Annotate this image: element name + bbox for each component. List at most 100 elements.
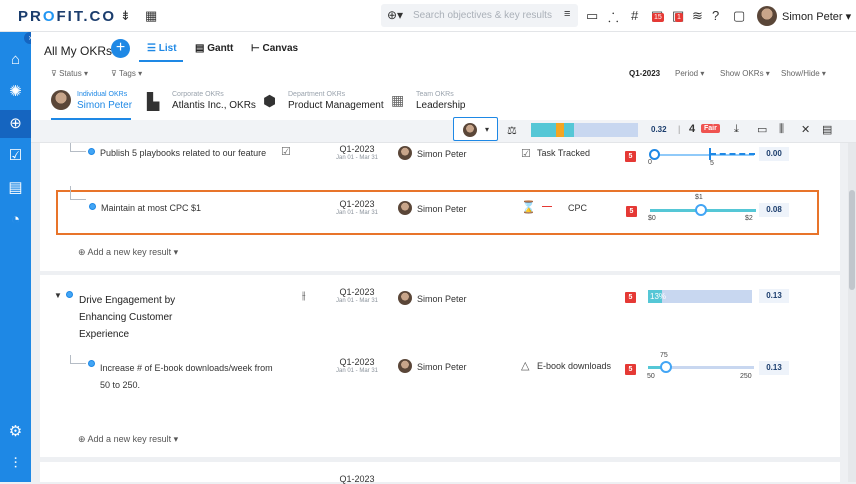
active-tab-indicator — [139, 60, 183, 62]
dashboard-icon[interactable]: ◔ — [0, 206, 31, 234]
tags-filter[interactable]: ⊽ Tags ▾ — [111, 69, 142, 78]
kr-score: 0.13 — [759, 361, 789, 375]
overall-progress: 0.32 — [651, 125, 667, 134]
page-title: All My OKRs — [44, 44, 113, 58]
kr-status-dot — [89, 203, 96, 210]
add-circle-icon: ⊕ — [78, 247, 88, 257]
triangle-icon: △ — [521, 360, 530, 372]
show-hide-dropdown[interactable]: Show/Hide ▾ — [781, 69, 826, 78]
alignment-icon[interactable]: ⫲ — [302, 290, 306, 303]
objective-score: 0.13 — [759, 289, 789, 303]
confidence-badge[interactable]: 5 — [625, 364, 636, 375]
owner-name: Simon Peter — [417, 294, 467, 304]
rating-badge: Fair — [701, 124, 720, 133]
presentation-icon[interactable]: ▭ — [757, 123, 767, 136]
kr-min: 50 — [647, 373, 655, 380]
objective-period: Q1-2023 — [339, 287, 375, 297]
checklist-kr-icon: ☑ — [281, 146, 291, 158]
collapse-icon[interactable]: ✕ — [801, 123, 810, 136]
chevron-down-icon: ▾ — [485, 125, 490, 134]
home-icon[interactable]: ⌂ — [0, 46, 31, 74]
owner-name: Simon Peter — [417, 362, 467, 372]
objective-dates: Jan 01 - Mar 31 — [335, 298, 379, 304]
tab-gantt[interactable]: ▤ Gantt — [195, 43, 233, 54]
kr-period: Q1-2023 — [339, 199, 375, 209]
confidence-badge[interactable]: 5 — [626, 206, 637, 217]
kr-period: Q1-2023 — [339, 357, 375, 367]
tree-connector — [70, 355, 86, 364]
kr-target: 5 — [710, 160, 714, 167]
tab-canvas[interactable]: ⊢ Canvas — [251, 43, 298, 54]
objective-period: Q1-2023 — [339, 474, 375, 484]
owner-name: Simon Peter — [417, 204, 467, 214]
kr-status-dot — [88, 360, 95, 367]
folder-icon[interactable]: ▭ — [586, 8, 598, 24]
hashtag-icon[interactable]: # — [631, 8, 638, 23]
hierarchy-icon[interactable]: ⸫ — [608, 8, 619, 26]
badge-count: 15 — [652, 13, 664, 22]
confidence-badge[interactable]: 5 — [625, 292, 636, 303]
user-menu[interactable]: Simon Peter ▾ — [782, 10, 851, 23]
add-circle-icon: ⊕ — [78, 434, 88, 444]
add-key-result-link[interactable]: ⊕ Add a new key result ▾ — [78, 247, 178, 258]
search-input[interactable]: Search objectives & key results — [413, 10, 552, 21]
filter-icon[interactable]: ≡ — [564, 8, 570, 20]
checklist-icon[interactable]: ☑ — [0, 142, 31, 170]
okr-header: All My OKRs + ☰ List ▤ Gantt ⊢ Canvas ⊽ … — [31, 32, 856, 120]
kr-target-marker — [709, 148, 711, 160]
kr-slider-handle[interactable] — [695, 204, 707, 216]
key-result-title[interactable]: Maintain at most CPC $1 — [101, 203, 201, 213]
settings-icon[interactable]: ⚙ — [0, 418, 31, 446]
message-icon[interactable]: ▤ — [0, 174, 31, 202]
kr-min: 0 — [648, 159, 652, 166]
add-key-result-link[interactable]: ⊕ Add a new key result ▾ — [78, 434, 178, 445]
objective-title[interactable]: Drive Engagement by Enhancing Customer E… — [79, 292, 175, 343]
objective-progress-label: 13% — [650, 292, 667, 301]
metric-name: E-book downloads — [537, 361, 612, 371]
confidence-badge[interactable]: 5 — [625, 151, 636, 162]
help-icon[interactable]: ? — [712, 8, 719, 23]
kr-slider-handle[interactable] — [660, 361, 672, 373]
scrollbar-thumb[interactable] — [849, 190, 855, 290]
target-nav-icon[interactable]: ⊕ — [0, 110, 31, 138]
tree-connector — [70, 143, 86, 152]
objective-progress-bar: 13% — [648, 290, 752, 303]
search-box[interactable]: ⊕▾ Search objectives & key results ≡ — [381, 4, 578, 27]
balance-icon[interactable]: ⚖ — [507, 124, 517, 137]
tab-list[interactable]: ☰ List — [147, 43, 177, 54]
show-okrs-dropdown[interactable]: Show OKRs ▾ — [720, 69, 770, 78]
key-result-title[interactable]: Publish 5 playbooks related to our featu… — [100, 148, 266, 158]
task-icon: ☑ — [521, 148, 531, 160]
comment-icon[interactable]: ▤ — [822, 123, 832, 136]
owner-select[interactable]: ▾ — [453, 117, 498, 141]
kr-max: $2 — [745, 215, 753, 222]
highlighted-key-result[interactable]: Maintain at most CPC $1 Q1-2023 Jan 01 -… — [56, 186, 819, 235]
objective-card: Q1-2023 — [40, 462, 840, 484]
kr-min: $0 — [648, 215, 656, 222]
quarter-label[interactable]: Q1-2023 — [629, 69, 660, 78]
team-icon: ▦ — [391, 92, 405, 108]
owner-avatar — [398, 359, 412, 373]
metric-name: CPC — [568, 203, 588, 213]
logo[interactable]: PROFIT.CO — [18, 8, 116, 25]
sliders-icon[interactable]: ⫶ — [0, 450, 31, 478]
tree-connector — [70, 186, 86, 200]
expand-caret-icon[interactable]: ▼ — [54, 291, 62, 300]
kr-current: $1 — [695, 194, 703, 201]
lightbulb-icon[interactable]: ✺ — [0, 78, 31, 106]
add-okr-button[interactable]: + — [111, 39, 130, 58]
layers-icon[interactable]: ≋ — [692, 8, 703, 24]
target-icon[interactable]: ⊕▾ — [387, 8, 403, 22]
download-icon[interactable]: ⤓ — [734, 123, 739, 136]
user-avatar[interactable] — [757, 6, 777, 26]
pin-icon[interactable]: ⇟ — [120, 8, 131, 24]
key-result-title[interactable]: Increase # of E-book downloads/week from… — [100, 360, 273, 394]
status-filter[interactable]: ⊽ Status ▾ — [51, 69, 88, 78]
chat-icon[interactable]: ▢ — [733, 8, 745, 24]
canvas-icon: ⊢ — [251, 43, 263, 54]
kr-dates: Jan 01 - Mar 31 — [335, 368, 379, 374]
building-icon[interactable]: ▦ — [145, 8, 157, 24]
period-dropdown[interactable]: Period ▾ — [675, 69, 704, 78]
chart-icon[interactable]: ⫼ — [779, 123, 784, 136]
building-tab-icon: ▙ — [147, 94, 160, 111]
